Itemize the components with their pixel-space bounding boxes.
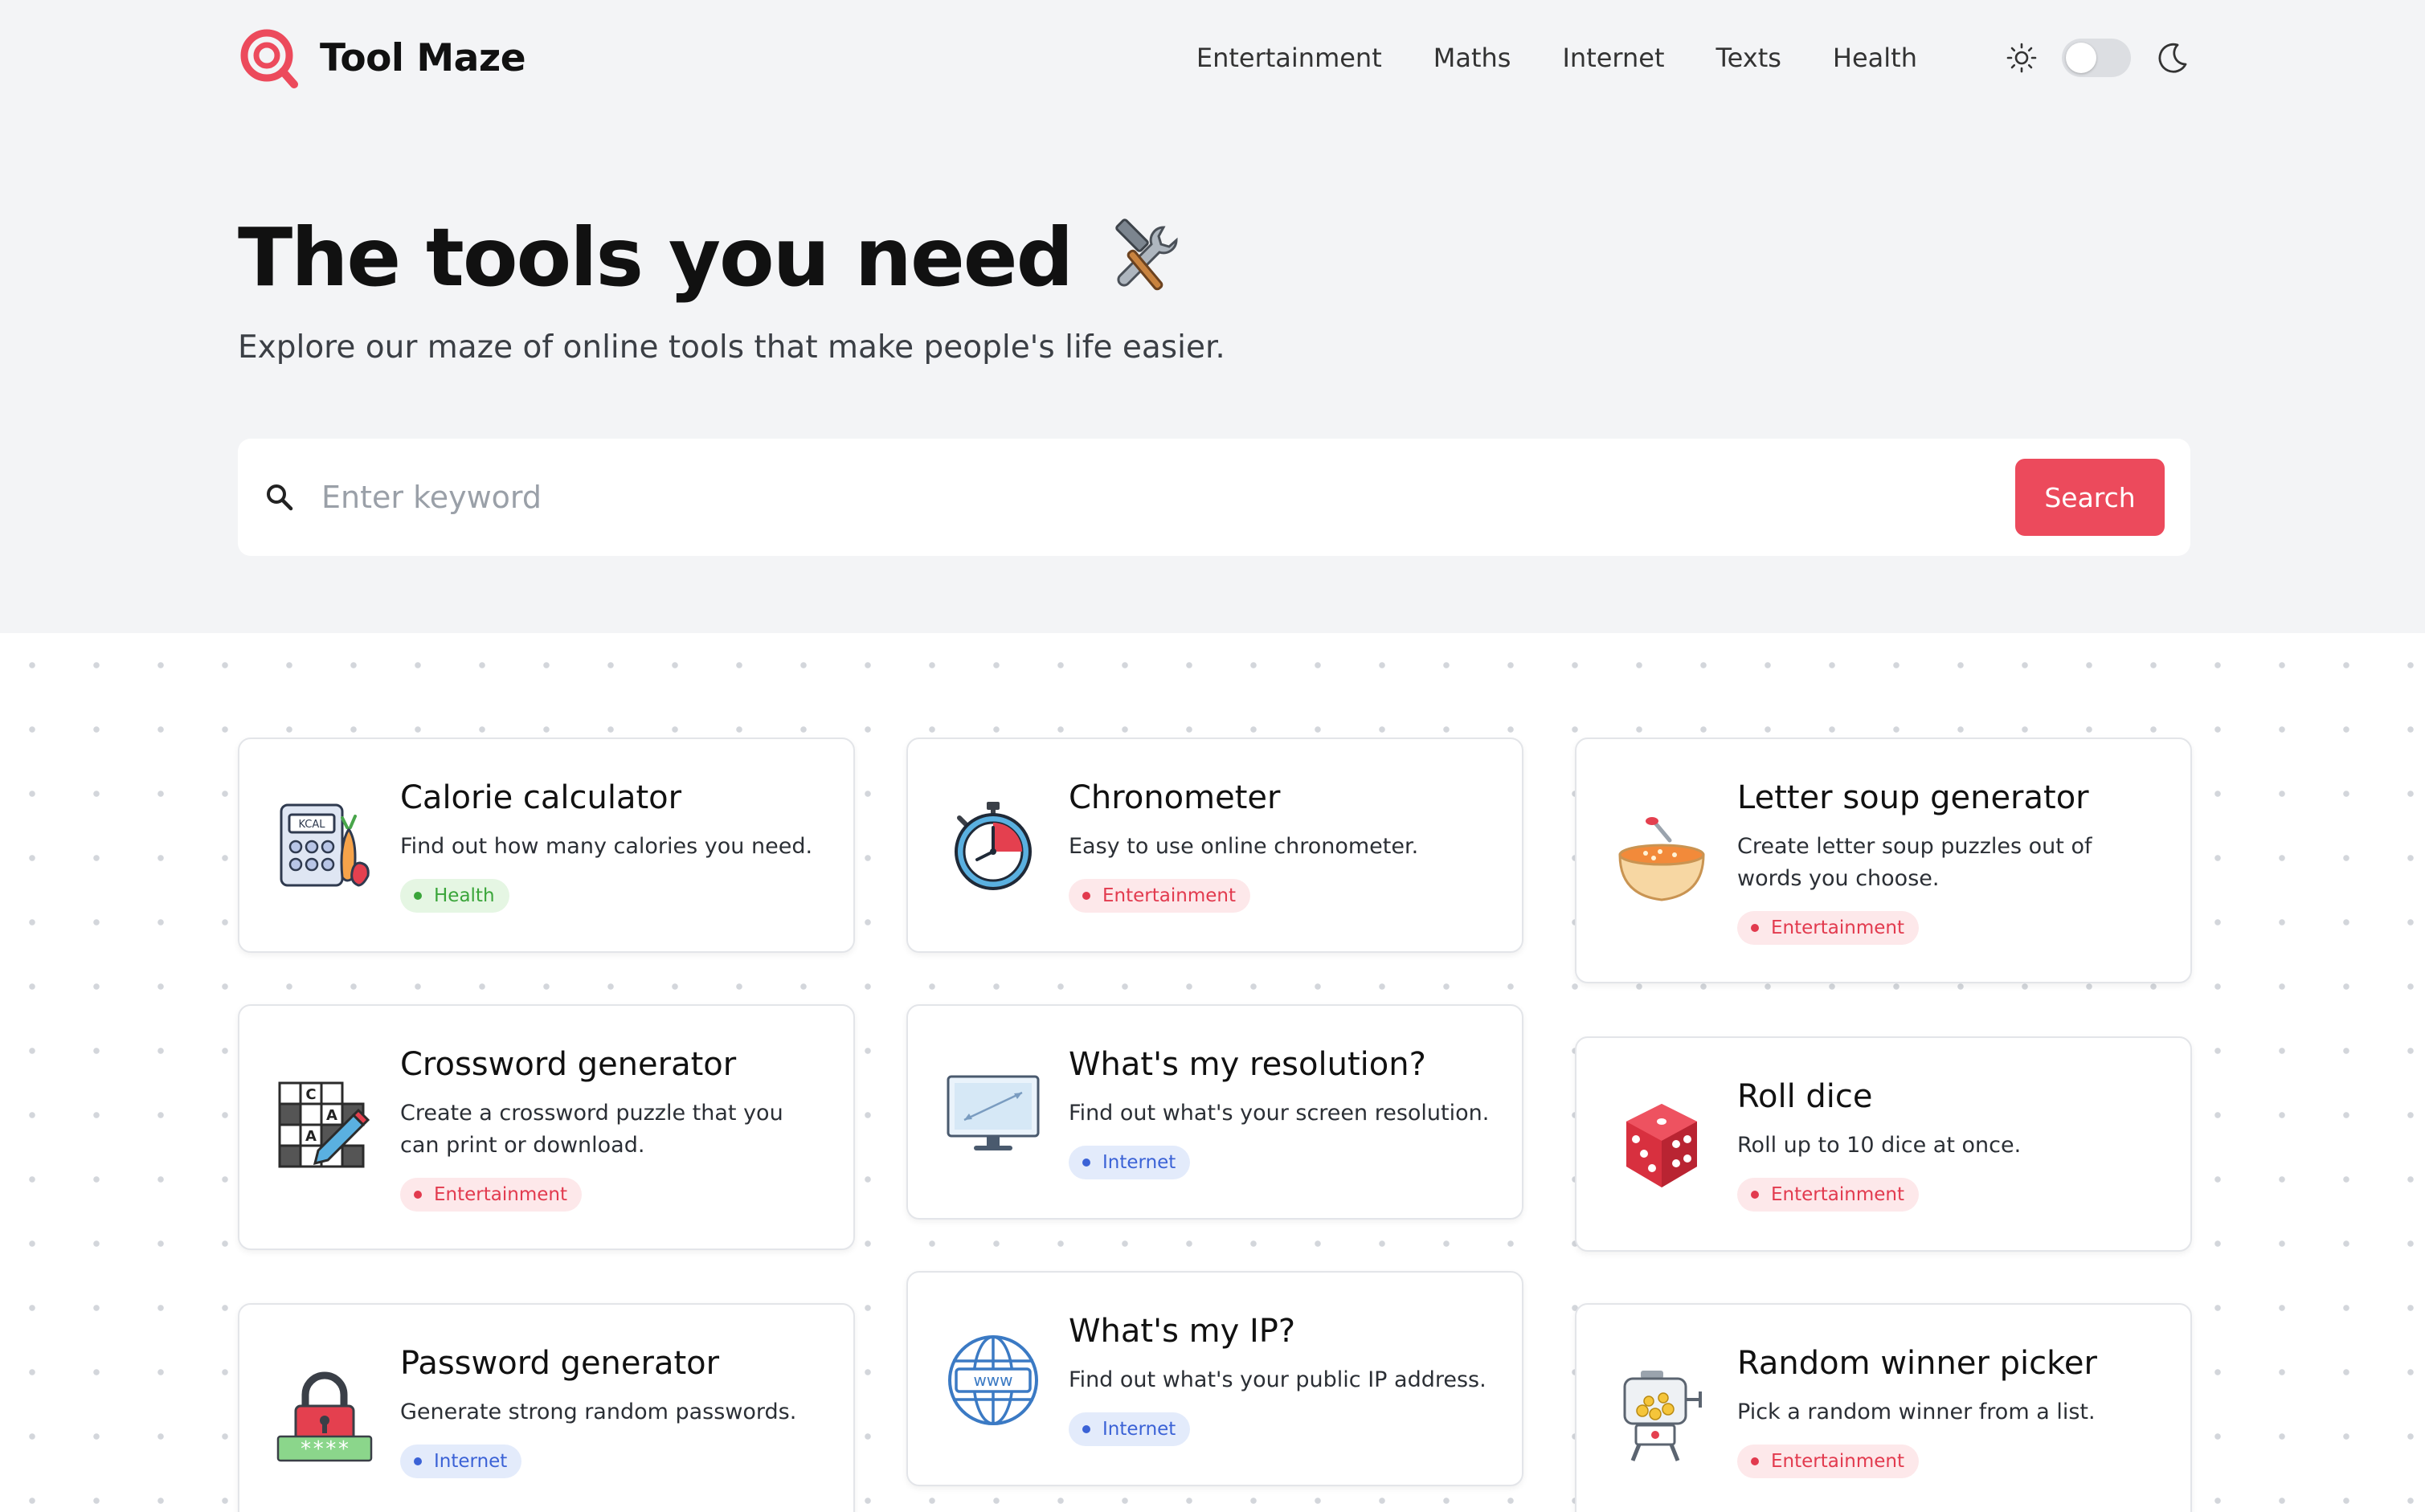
search-icon: [267, 484, 293, 511]
tool-description: Create letter soup puzzles out of words …: [1737, 834, 2092, 891]
tool-title: What's my resolution?: [1069, 1046, 1426, 1083]
logo[interactable]: Tool Maze: [238, 27, 526, 89]
tool-card-whats-my-resolution[interactable]: What's my resolution? Find out what's yo…: [906, 1004, 1523, 1220]
nav-item-health[interactable]: Health: [1833, 43, 1917, 73]
dice-icon: [1626, 1104, 1697, 1187]
category-tag-entertainment: Entertainment: [1737, 1445, 1919, 1478]
tool-card-calorie-calculator[interactable]: KCAL Calorie calculator Find out how man…: [238, 738, 855, 953]
nav-item-texts[interactable]: Texts: [1716, 43, 1781, 73]
svg-text:A: A: [326, 1107, 337, 1124]
tool-title: Letter soup generator: [1737, 779, 2089, 816]
tool-title: Roll dice: [1737, 1078, 1873, 1115]
tool-card-random-winner-picker[interactable]: Random winner picker Pick a random winne…: [1575, 1303, 2192, 1512]
tool-card-whats-my-ip[interactable]: www What's my IP? Find out what's your p…: [906, 1271, 1523, 1486]
tool-description: Generate strong random passwords.: [400, 1400, 797, 1424]
category-tag-internet: Internet: [1069, 1412, 1191, 1446]
search-input[interactable]: [321, 480, 2015, 515]
tool-title: Chronometer: [1069, 779, 1281, 816]
category-tag-entertainment: Entertainment: [1737, 1178, 1919, 1212]
theme-switcher: [2006, 39, 2190, 77]
theme-toggle[interactable]: [2062, 39, 2131, 77]
globe-icon: www: [948, 1335, 1038, 1425]
tool-card-crossword-generator[interactable]: CAA Crossword generator Create a crosswo…: [238, 1004, 855, 1250]
svg-text:KCAL: KCAL: [298, 819, 325, 831]
tool-description: Find out what's your public IP address.: [1069, 1367, 1486, 1392]
category-tag-entertainment: Entertainment: [1069, 879, 1250, 913]
tool-description: Find out how many calories you need.: [400, 834, 813, 859]
tool-description: Easy to use online chronometer.: [1069, 834, 1419, 859]
tool-card-chronometer[interactable]: Chronometer Easy to use online chronomet…: [906, 738, 1523, 953]
page-title: The tools you need: [238, 210, 1186, 304]
brand-name: Tool Maze: [320, 35, 526, 80]
lottery-machine-icon: [1623, 1371, 1702, 1461]
svg-text:C: C: [305, 1086, 316, 1103]
nav-item-internet[interactable]: Internet: [1562, 43, 1664, 73]
tool-card-password-generator[interactable]: **** Password generator Generate strong …: [238, 1303, 855, 1512]
tool-card-roll-dice[interactable]: Roll dice Roll up to 10 dice at once. En…: [1575, 1036, 2192, 1252]
toggle-knob: [2066, 43, 2096, 73]
tool-title: What's my IP?: [1069, 1313, 1296, 1350]
tool-description: Create a crossword puzzle that you can p…: [400, 1101, 783, 1158]
svg-text:A: A: [305, 1128, 317, 1145]
calorie-calculator-icon: KCAL: [280, 803, 370, 887]
category-tag-internet: Internet: [1069, 1146, 1191, 1179]
padlock-icon: ****: [276, 1371, 373, 1462]
category-tag-internet: Internet: [400, 1445, 522, 1478]
category-tag-entertainment: Entertainment: [1737, 911, 1919, 945]
search-button[interactable]: Search: [2015, 459, 2165, 536]
password-mask-text: ****: [300, 1437, 350, 1461]
tool-title: Password generator: [400, 1345, 720, 1382]
main-menu: Entertainment Maths Internet Texts Healt…: [1196, 43, 1917, 73]
tool-title: Random winner picker: [1737, 1345, 2097, 1382]
soup-bowl-icon: [1618, 817, 1705, 901]
tool-card-letter-soup-generator[interactable]: Letter soup generator Create letter soup…: [1575, 738, 2192, 983]
top-navbar: Tool Maze Entertainment Maths Internet T…: [238, 22, 2190, 93]
monitor-icon: [947, 1075, 1040, 1150]
moon-icon[interactable]: [2155, 40, 2190, 76]
tool-description: Find out what's your screen resolution.: [1069, 1101, 1490, 1126]
category-tag-entertainment: Entertainment: [400, 1178, 582, 1212]
tool-description: Roll up to 10 dice at once.: [1737, 1133, 2022, 1158]
stopwatch-icon: [955, 802, 1032, 890]
page-subtitle: Explore our maze of online tools that ma…: [238, 329, 1225, 366]
logo-icon: [240, 29, 298, 88]
crossword-icon: CAA: [278, 1081, 370, 1168]
category-tag-health: Health: [400, 879, 509, 913]
tool-title: Calorie calculator: [400, 779, 682, 816]
globe-label-text: www: [973, 1371, 1012, 1390]
tool-description: Pick a random winner from a list.: [1737, 1400, 2096, 1424]
nav-item-entertainment[interactable]: Entertainment: [1196, 43, 1382, 73]
hero-section: Tool Maze Entertainment Maths Internet T…: [0, 0, 2425, 633]
nav-item-maths[interactable]: Maths: [1433, 43, 1511, 73]
tool-title: Crossword generator: [400, 1046, 737, 1083]
hammer-and-wrench-icon: [1115, 218, 1178, 290]
sun-icon[interactable]: [2006, 42, 2038, 74]
search-bar: Search: [238, 439, 2190, 556]
page-title-text: The tools you need: [238, 210, 1073, 304]
